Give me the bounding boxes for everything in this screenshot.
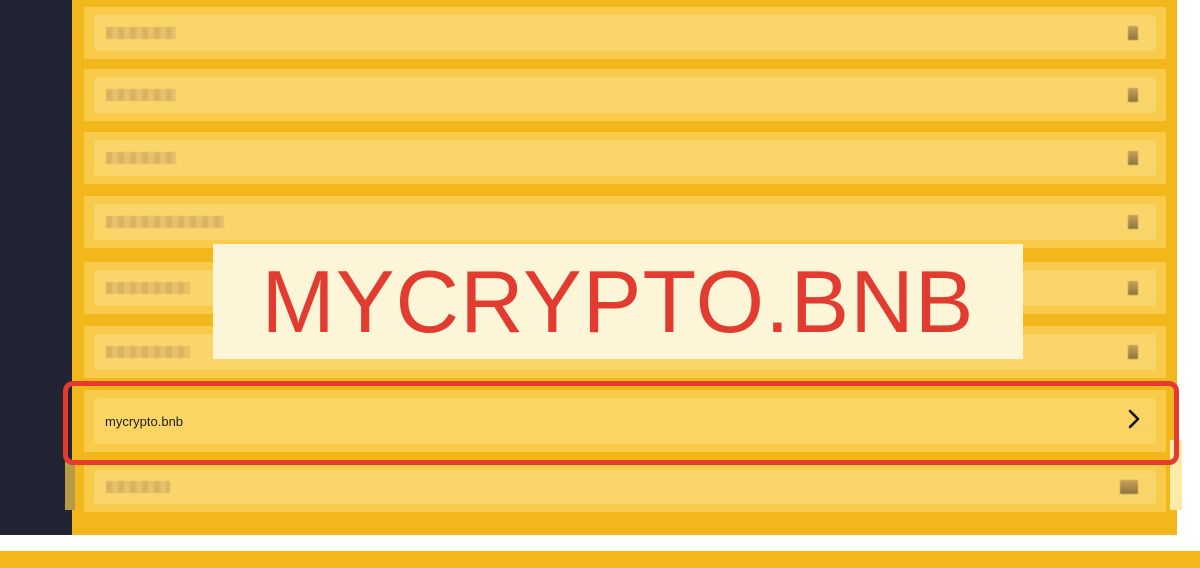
list-item-inner	[94, 204, 1156, 240]
list-item-inner	[94, 15, 1156, 51]
panel-edge-artifact	[1170, 440, 1182, 510]
redacted-label	[106, 152, 176, 164]
chevron-right-icon	[1128, 151, 1138, 165]
redacted-label	[106, 481, 170, 493]
list-item[interactable]	[84, 69, 1166, 121]
chevron-right-icon	[1120, 480, 1138, 494]
redacted-label	[106, 282, 190, 294]
list-item-inner	[94, 140, 1156, 176]
list-item-mycrypto-bnb[interactable]: mycrypto.bnb	[84, 390, 1166, 452]
redacted-label	[106, 346, 190, 358]
redacted-label	[106, 89, 176, 101]
list-item[interactable]	[84, 196, 1166, 248]
chevron-right-icon	[1128, 26, 1138, 40]
sidebar	[0, 0, 72, 535]
chevron-right-icon	[1128, 345, 1138, 359]
list-item[interactable]	[84, 462, 1166, 512]
list-item[interactable]	[84, 7, 1166, 59]
caption-text: MYCRYPTO.BNB	[261, 251, 975, 351]
bottom-stripe	[0, 551, 1200, 568]
row-edge-artifact	[65, 462, 75, 510]
list-item[interactable]	[84, 132, 1166, 184]
chevron-right-icon-svg	[1128, 409, 1140, 429]
list-item-inner	[94, 470, 1156, 504]
redacted-label	[106, 27, 176, 39]
list-item-inner	[94, 77, 1156, 113]
chevron-right-icon	[1128, 88, 1138, 102]
domain-name-label: mycrypto.bnb	[105, 413, 184, 429]
chevron-right-icon	[1128, 215, 1138, 229]
chevron-right-icon[interactable]	[1126, 408, 1142, 434]
caption-banner: MYCRYPTO.BNB	[213, 244, 1023, 359]
chevron-right-icon	[1128, 281, 1138, 295]
list-item-inner: mycrypto.bnb	[94, 398, 1156, 444]
redacted-label	[106, 216, 224, 228]
